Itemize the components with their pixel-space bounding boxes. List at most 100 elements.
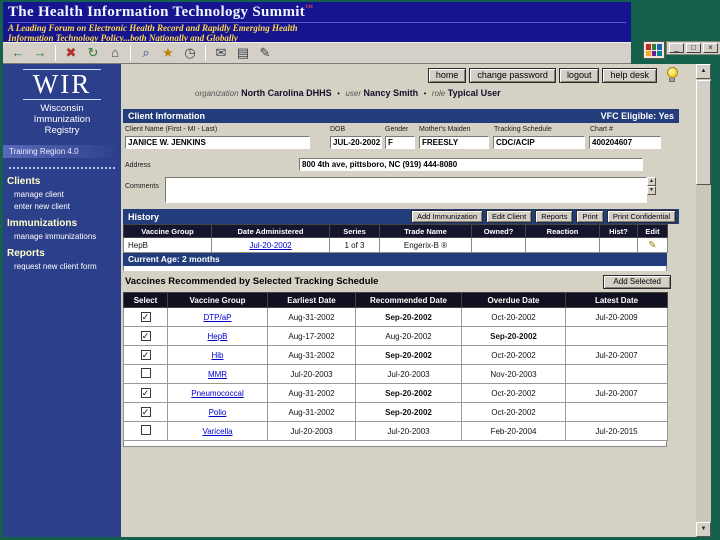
history-date-link[interactable]: Jul-20-2002: [249, 241, 291, 250]
comments-field: [165, 177, 647, 203]
edit-icon[interactable]: ✎: [255, 44, 275, 62]
col-trade-name: Trade Name: [379, 224, 472, 238]
vaccine-link[interactable]: Hib: [211, 351, 223, 360]
recommended-header-row: Select Vaccine Group Earliest Date Recom…: [123, 292, 668, 308]
role-label: role: [431, 89, 446, 98]
minimize-button[interactable]: _: [669, 43, 684, 53]
comments-stepper: ▲ ▼: [647, 177, 656, 195]
change-password-button[interactable]: change password: [469, 68, 556, 83]
col-select: Select: [123, 292, 168, 308]
reports-button[interactable]: Reports: [535, 210, 574, 223]
stepper-down-icon[interactable]: ▼: [647, 186, 656, 195]
wir-logo-text: WIR: [22, 69, 102, 100]
earliest-date: Jul-20-2003: [267, 421, 356, 441]
vaccine-link[interactable]: HepB: [207, 332, 227, 341]
latest-date: Jul-20-2007: [565, 383, 668, 403]
vaccine-link[interactable]: Varicella: [202, 427, 232, 436]
sidebar-divider: [9, 167, 115, 169]
vfc-eligible-status: VFC Eligible: Yes: [600, 111, 674, 121]
browser-toolbar: ← → ✖ ↻ ⌂ ⌕ ★ ◷ ✉ ▤ ✎: [3, 42, 631, 64]
row-checkbox[interactable]: ✓: [140, 388, 151, 398]
vaccine-link[interactable]: Pneumococcal: [191, 389, 243, 398]
history-title: History: [128, 211, 160, 222]
edit-client-button[interactable]: Edit Client: [486, 210, 533, 223]
col-edit: Edit: [637, 224, 668, 238]
recommended-date: Sep-20-2002: [355, 307, 462, 327]
scroll-down-icon[interactable]: ▼: [696, 522, 711, 537]
sidebar-section-reports[interactable]: Reports: [7, 248, 121, 259]
vaccine-link[interactable]: MMR: [208, 370, 227, 379]
sidebar: WIR Wisconsin Immunization Registry Trai…: [3, 64, 121, 537]
home-icon[interactable]: ⌂: [105, 44, 125, 62]
close-button[interactable]: ×: [703, 43, 718, 53]
mail-icon[interactable]: ✉: [211, 44, 231, 62]
add-immunization-button[interactable]: Add Immunization: [410, 210, 483, 223]
history-reaction: [525, 237, 600, 253]
organization-label: organization: [195, 89, 239, 98]
stop-icon[interactable]: ✖: [61, 44, 81, 62]
print-button[interactable]: Print: [576, 210, 604, 223]
scroll-up-icon[interactable]: ▲: [696, 64, 711, 79]
toolbar-separator: [205, 45, 206, 61]
history-row: HepB Jul-20-2002 1 of 3 Engerix-B ® ✎: [123, 237, 668, 253]
grid-dot-green: [651, 44, 657, 50]
panel-gap: [123, 266, 667, 271]
history-trade-name: Engerix-B ®: [379, 237, 472, 253]
overdue-date: Oct-20-2002: [461, 402, 566, 422]
sidebar-item-manage-immunizations[interactable]: manage immunizations: [7, 232, 121, 241]
scrollbar-thumb[interactable]: [696, 80, 711, 185]
grid-dot-teal: [657, 50, 662, 56]
table-row: ✓ Hib Aug-31-2002 Sep-20-2002 Oct-20-200…: [123, 345, 668, 365]
client-information-bar: Client Information VFC Eligible: Yes: [123, 109, 679, 123]
wir-logo: WIR: [3, 69, 121, 100]
sidebar-section-clients[interactable]: Clients: [7, 176, 121, 187]
window-edge: [685, 64, 696, 537]
sidebar-item-manage-client[interactable]: manage client: [7, 190, 121, 199]
vaccine-link[interactable]: Polio: [209, 408, 227, 417]
row-checkbox[interactable]: [140, 368, 151, 378]
sidebar-item-enter-new-client[interactable]: enter new client: [7, 202, 121, 211]
table-row: Varicella Jul-20-2003 Jul-20-2003 Feb-20…: [123, 421, 668, 441]
overdue-date: Oct-20-2002: [461, 307, 566, 327]
print-icon[interactable]: ▤: [233, 44, 253, 62]
history-owned: [471, 237, 526, 253]
dob-label: DOB: [330, 126, 346, 133]
session-context-line: organization North Carolina DHHS • user …: [121, 84, 685, 99]
vertical-scrollbar[interactable]: ▲ ▼: [696, 64, 711, 537]
lightbulb-glass: [666, 67, 678, 78]
client-name-label: Client Name (First - MI - Last): [125, 126, 218, 133]
forward-icon[interactable]: →: [30, 44, 50, 62]
context-separator: •: [423, 89, 427, 98]
favorites-icon[interactable]: ★: [158, 44, 178, 62]
search-icon[interactable]: ⌕: [136, 44, 156, 62]
stepper-up-icon[interactable]: ▲: [647, 177, 656, 186]
table-row: ✓ Polio Aug-31-2002 Sep-20-2002 Oct-20-2…: [123, 402, 668, 422]
recommended-date: Sep-20-2002: [355, 402, 462, 422]
logout-button[interactable]: logout: [558, 68, 600, 83]
user-value: Nancy Smith: [363, 88, 419, 98]
help-desk-button[interactable]: help desk: [602, 68, 657, 83]
print-confidential-button[interactable]: Print Confidential: [606, 210, 676, 223]
row-checkbox[interactable]: ✓: [140, 407, 151, 417]
refresh-icon[interactable]: ↻: [83, 44, 103, 62]
restore-button[interactable]: □: [686, 43, 701, 53]
row-checkbox[interactable]: ✓: [140, 331, 151, 341]
row-checkbox[interactable]: ✓: [140, 312, 151, 322]
registry-name-line: Immunization: [33, 114, 91, 125]
gender-label: Gender: [385, 126, 409, 133]
lightbulb-icon[interactable]: [665, 67, 679, 84]
edit-pencil-icon[interactable]: ✎: [648, 240, 656, 251]
history-icon[interactable]: ◷: [180, 44, 200, 62]
home-nav-button[interactable]: home: [427, 68, 467, 83]
role-value: Typical User: [447, 88, 501, 98]
add-selected-button[interactable]: Add Selected: [603, 274, 671, 289]
sidebar-section-immunizations[interactable]: Immunizations: [7, 218, 121, 229]
row-checkbox[interactable]: [140, 425, 151, 435]
grid-dot-purple: [651, 50, 657, 56]
row-checkbox[interactable]: ✓: [140, 350, 151, 360]
history-header-row: Vaccine Group Date Administered Series T…: [123, 224, 668, 238]
back-icon[interactable]: ←: [8, 44, 28, 62]
earliest-date: Aug-17-2002: [267, 326, 356, 346]
vaccine-link[interactable]: DTP/aP: [203, 313, 231, 322]
sidebar-item-request-new-client-form[interactable]: request new client form: [7, 262, 121, 271]
